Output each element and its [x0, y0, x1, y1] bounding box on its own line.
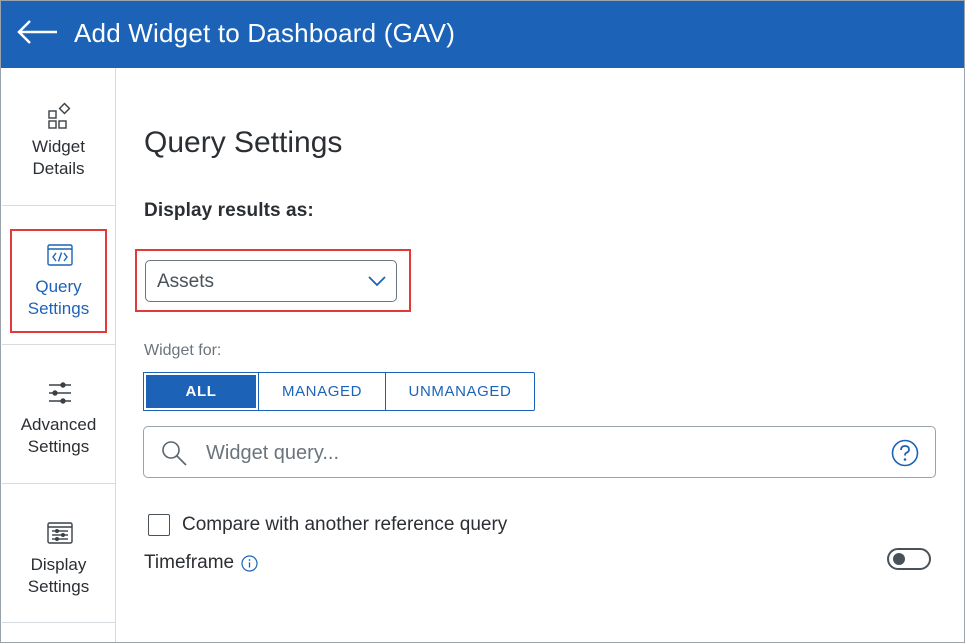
sidebar-item-label: Display Settings [27, 555, 90, 596]
select-value: Assets [157, 271, 215, 292]
widget-for-label: Widget for: [144, 342, 222, 359]
display-list-icon [46, 519, 74, 547]
sidebar: Widget Details Query Settings Advanced S… [2, 68, 116, 642]
timeframe-row: Timeframe [144, 552, 258, 574]
sliders-icon [46, 379, 74, 407]
widget-for-option-all[interactable]: ALL [143, 372, 259, 411]
toggle-knob [893, 553, 905, 565]
timeframe-toggle[interactable] [887, 548, 931, 570]
chevron-down-icon [368, 276, 386, 287]
question-circle-icon [891, 439, 919, 467]
widget-query-field [143, 426, 936, 478]
highlight-box [10, 229, 107, 333]
sidebar-item-display-settings[interactable]: Display Settings [2, 485, 115, 623]
sidebar-item-widget-details[interactable]: Widget Details [2, 68, 115, 206]
widget-query-input[interactable] [206, 435, 866, 471]
widget-for-segmented-control: ALL MANAGED UNMANAGED [143, 372, 535, 411]
display-results-label: Display results as: [144, 200, 314, 221]
display-results-select[interactable]: Assets [145, 260, 397, 302]
widget-for-option-managed[interactable]: MANAGED [258, 373, 385, 410]
arrow-left-icon [17, 20, 57, 44]
sidebar-item-advanced-settings[interactable]: Advanced Settings [2, 346, 115, 484]
search-icon [162, 441, 187, 466]
sidebar-item-label: Advanced Settings [20, 415, 97, 456]
compare-label: Compare with another reference query [182, 514, 508, 535]
help-button[interactable] [891, 439, 919, 467]
sidebar-item-label: Widget Details [32, 137, 85, 178]
page-title: Query Settings [144, 126, 343, 159]
widget-shapes-icon [46, 102, 74, 130]
dialog-frame: Add Widget to Dashboard (GAV) Widget Det… [0, 0, 965, 643]
sidebar-item-query-settings[interactable]: Query Settings [2, 207, 115, 345]
dialog-title: Add Widget to Dashboard (GAV) [74, 18, 456, 48]
compare-row: Compare with another reference query [148, 513, 507, 537]
info-icon[interactable] [241, 554, 258, 572]
back-button[interactable] [17, 15, 59, 51]
compare-checkbox[interactable] [148, 514, 170, 536]
header-bar: Add Widget to Dashboard (GAV) [1, 1, 964, 68]
widget-for-option-unmanaged[interactable]: UNMANAGED [385, 373, 534, 410]
timeframe-label: Timeframe [144, 552, 235, 573]
main-panel: Query Settings Display results as: Asset… [117, 68, 964, 642]
